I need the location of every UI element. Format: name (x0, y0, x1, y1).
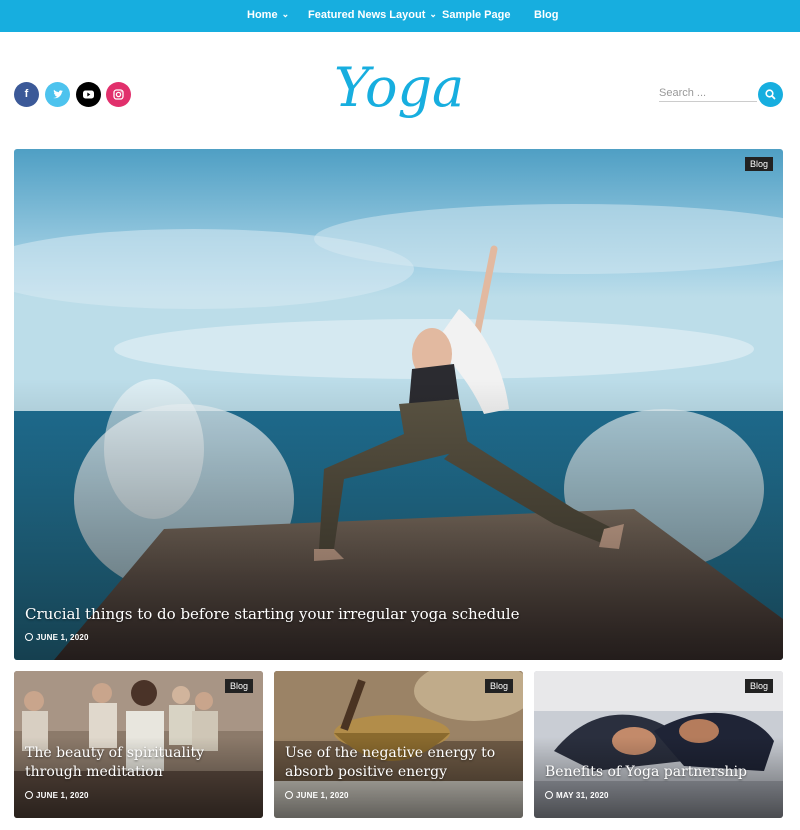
site-logo[interactable]: Yoga (330, 46, 480, 146)
post-date-text: JUNE 1, 2020 (36, 633, 89, 642)
post-title[interactable]: The beauty of spirituality through medit… (25, 744, 255, 782)
instagram-icon[interactable] (106, 82, 131, 107)
post-date-text: JUNE 1, 2020 (36, 791, 89, 800)
featured-post-title[interactable]: Crucial things to do before starting you… (25, 605, 765, 624)
category-badge[interactable]: Blog (224, 679, 253, 693)
category-badge[interactable]: Blog (744, 679, 773, 693)
nav-item-label: Featured News Layout (308, 9, 426, 21)
post-card[interactable]: Blog The beauty of spirituality through … (14, 671, 263, 818)
post-card[interactable]: Blog Benefits of Yoga partnership MAY 31… (534, 671, 783, 818)
youtube-icon[interactable] (76, 82, 101, 107)
category-badge[interactable]: Blog (484, 679, 513, 693)
featured-post-date: JUNE 1, 2020 (25, 633, 89, 642)
chevron-down-icon: ⌄ (429, 9, 437, 19)
post-date: JUNE 1, 2020 (25, 791, 89, 800)
featured-post-card[interactable]: Blog Crucial things to do before startin… (14, 149, 783, 660)
logo-text: Yoga (334, 56, 464, 119)
nav-item-sample-page[interactable]: Sample Page (442, 0, 510, 32)
nav-item-featured-news-layout[interactable]: Featured News Layout ⌄ (308, 0, 437, 32)
nav-item-label: Blog (534, 9, 559, 21)
clock-icon (25, 791, 33, 799)
search-button[interactable] (758, 82, 783, 107)
nav-item-home[interactable]: Home ⌄ (247, 0, 289, 32)
nav-item-label: Sample Page (442, 9, 511, 21)
post-date: MAY 31, 2020 (545, 791, 609, 800)
search-icon (765, 89, 776, 100)
chevron-down-icon: ⌄ (281, 9, 290, 19)
nav-item-blog[interactable]: Blog (534, 0, 558, 32)
twitter-icon[interactable] (45, 82, 70, 107)
post-date-text: JUNE 1, 2020 (296, 791, 349, 800)
nav-item-label: Home (247, 9, 278, 21)
clock-icon (25, 633, 33, 641)
category-badge[interactable]: Blog (744, 157, 773, 171)
post-date: JUNE 1, 2020 (285, 791, 349, 800)
post-title[interactable]: Use of the negative energy to absorb pos… (285, 744, 515, 782)
search-input[interactable] (659, 84, 757, 102)
clock-icon (285, 791, 293, 799)
post-title[interactable]: Benefits of Yoga partnership (545, 763, 775, 782)
post-card[interactable]: Blog Use of the negative energy to absor… (274, 671, 523, 818)
post-date-text: MAY 31, 2020 (556, 791, 609, 800)
clock-icon (545, 791, 553, 799)
top-navigation: Home ⌄ Featured News Layout ⌄ Sample Page … (0, 0, 800, 32)
facebook-icon[interactable]: f (14, 82, 39, 107)
